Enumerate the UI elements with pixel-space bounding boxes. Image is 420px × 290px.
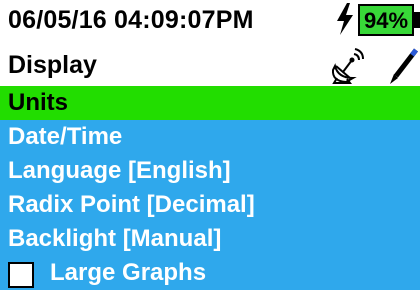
menu-item-language[interactable]: Language [English] (0, 154, 420, 188)
page-title: Display (8, 51, 97, 79)
menu-item-label: Backlight [Manual] (8, 225, 222, 252)
settings-menu: Units Date/Time Language [English] Radix… (0, 86, 420, 290)
battery-fill: 94% (360, 6, 412, 34)
menu-item-label: Date/Time (8, 123, 123, 150)
pen-icon[interactable] (386, 46, 420, 86)
menu-item-backlight[interactable]: Backlight [Manual] (0, 222, 420, 256)
menu-item-label: Radix Point [Decimal] (8, 191, 255, 218)
menu-item-label: Large Graphs (50, 259, 207, 286)
satellite-dish-icon[interactable] (328, 48, 364, 84)
title-bar: Display (0, 46, 420, 86)
menu-item-date-time[interactable]: Date/Time (0, 120, 420, 154)
lightning-bolt-icon (337, 3, 353, 35)
status-bar: 06/05/16 04:09:07PM 94% (0, 0, 420, 46)
menu-item-large-graphs[interactable]: Large Graphs (0, 256, 420, 290)
battery-terminal (414, 12, 420, 28)
battery-indicator: 94% (358, 4, 414, 36)
datetime-display: 06/05/16 04:09:07PM (8, 6, 254, 34)
large-graphs-checkbox[interactable] (8, 262, 34, 288)
battery-percent: 94% (363, 8, 409, 33)
menu-item-units[interactable]: Units (0, 86, 420, 120)
menu-item-label: Language [English] (8, 157, 231, 184)
menu-item-radix-point[interactable]: Radix Point [Decimal] (0, 188, 420, 222)
menu-item-label: Units (8, 89, 68, 116)
